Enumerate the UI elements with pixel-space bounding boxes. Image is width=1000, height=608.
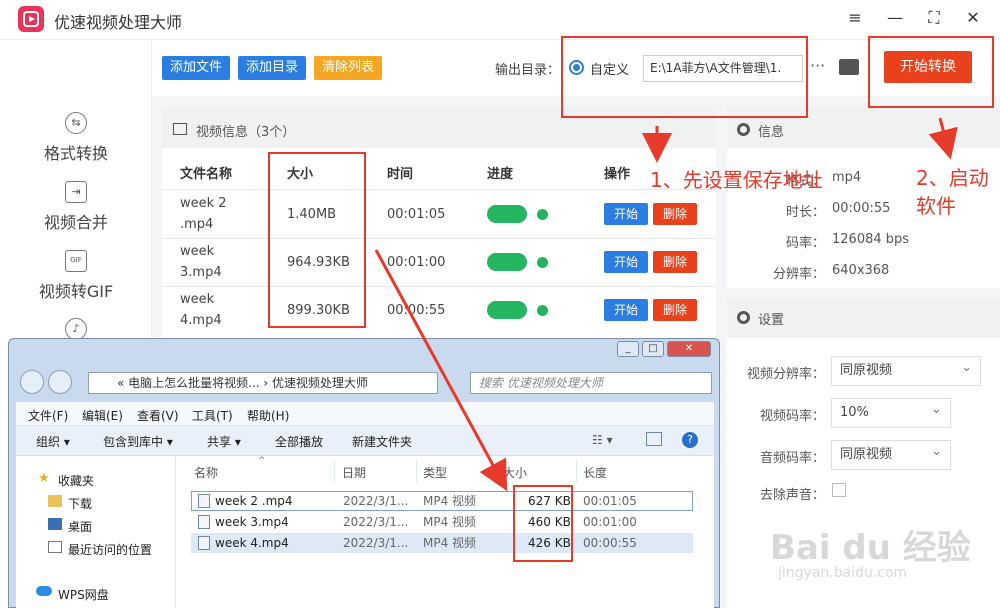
annotation-step2-line2: 软件 xyxy=(916,194,956,218)
annotation-arrows xyxy=(374,117,958,492)
annotation-step1: 1、先设置保存地址 xyxy=(650,168,823,192)
watermark-logo: Bai du 经验 xyxy=(770,528,971,568)
annotation-step2-line1: 2、启动 xyxy=(916,166,989,190)
watermark-url: jingyan.baidu.com xyxy=(778,565,908,581)
arrow-step2 xyxy=(928,117,958,160)
arrow-size-to-explorer xyxy=(374,249,508,492)
